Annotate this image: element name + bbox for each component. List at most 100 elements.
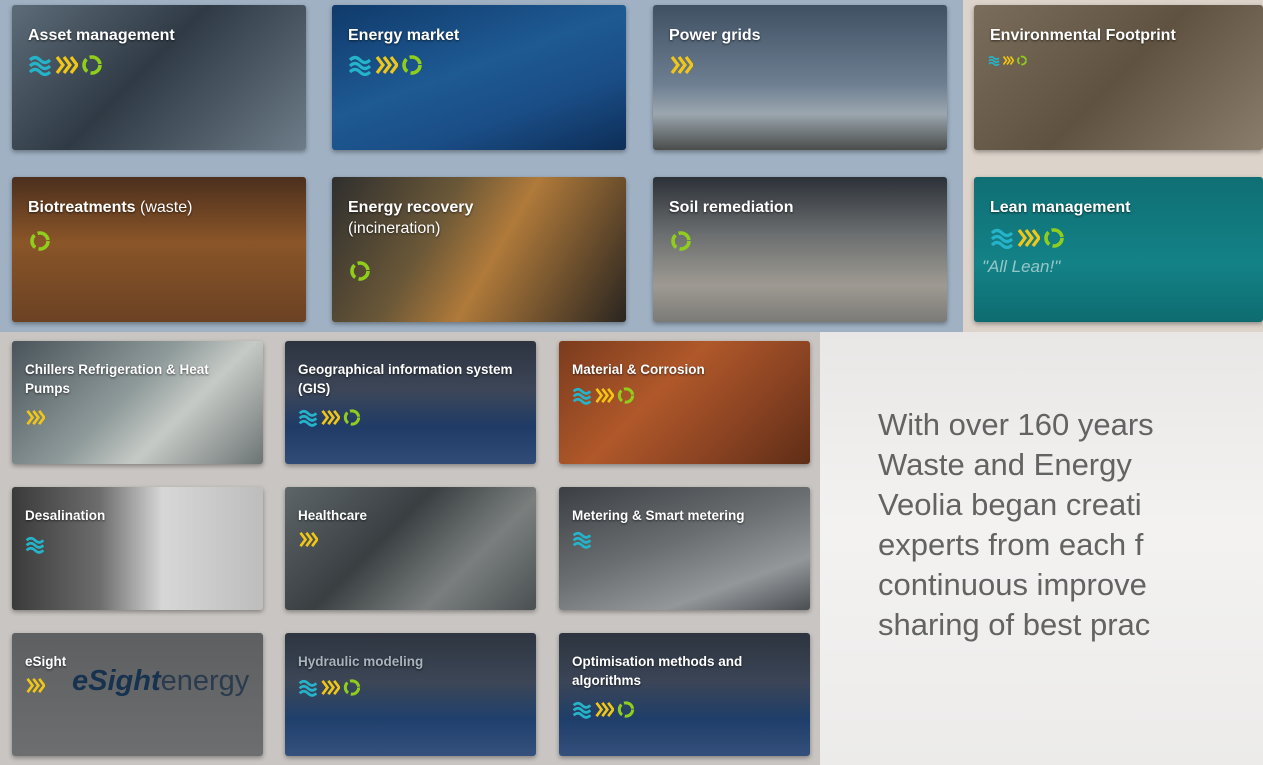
tile-biotreatments[interactable]: Biotreatments (waste): [12, 177, 306, 322]
service-icons: [348, 54, 424, 76]
water-icon: [572, 531, 592, 549]
tile-title: Geographical information system (GIS): [298, 360, 526, 398]
service-icons: [348, 260, 372, 282]
intro-text: With over 160 years Waste and Energy Veo…: [878, 405, 1263, 645]
waste-icon: [55, 56, 78, 74]
tile-title-text: Metering & Smart metering: [572, 508, 745, 523]
tile-title: Environmental Footprint: [990, 25, 1253, 46]
tile-energy-recovery[interactable]: Energy recovery (incineration): [332, 177, 626, 322]
waste-icon: [375, 56, 398, 74]
service-icons: [572, 700, 636, 719]
energy-icon: [1017, 55, 1027, 66]
waste-icon: [26, 410, 45, 425]
tile-title: Material & Corrosion: [572, 360, 800, 379]
tile-hydraulic-modeling[interactable]: Hydraulic modeling: [285, 633, 536, 756]
tile-metering-smart-metering[interactable]: Metering & Smart metering: [559, 487, 810, 610]
tile-title: Soil remediation: [669, 197, 937, 218]
tile-esight[interactable]: eSight eSightenergy: [12, 633, 263, 756]
tile-title: Chillers Refrigeration & Heat Pumps: [25, 360, 253, 398]
service-icons: [988, 55, 1028, 66]
tile-title-text: Optimisation methods and algorithms: [572, 654, 743, 688]
tile-power-grids[interactable]: Power grids: [653, 5, 947, 150]
energy-icon: [671, 231, 691, 251]
tile-title: Healthcare: [298, 506, 526, 525]
intro-line: Waste and Energy: [878, 447, 1132, 482]
tile-title-text: Asset management: [28, 27, 175, 44]
tile-title-text: Healthcare: [298, 508, 368, 523]
waste-icon: [1002, 56, 1014, 65]
tile-asset-management[interactable]: Asset management: [12, 5, 306, 150]
water-icon: [990, 228, 1014, 249]
energy-icon: [30, 231, 50, 251]
waste-icon: [595, 388, 614, 403]
tile-soil-remediation[interactable]: Soil remediation: [653, 177, 947, 322]
service-icons: [25, 408, 45, 427]
tile-title: Lean management: [990, 197, 1253, 218]
tile-title: Asset management: [28, 25, 296, 46]
water-icon: [298, 409, 318, 427]
water-icon: [572, 701, 592, 719]
energy-icon: [350, 261, 370, 281]
tile-optimisation-methods-and-algorithms[interactable]: Optimisation methods and algorithms: [559, 633, 810, 756]
tile-title: Energy market: [348, 25, 616, 46]
tile-title: Biotreatments (waste): [28, 197, 296, 218]
water-icon: [348, 55, 372, 76]
tile-title: Optimisation methods and algorithms: [572, 652, 800, 690]
tile-tagline: "All Lean!": [982, 257, 1061, 276]
waste-icon: [1017, 229, 1040, 247]
service-icons: [28, 230, 52, 252]
water-icon: [28, 55, 52, 76]
service-icons: [990, 227, 1066, 249]
tile-title: Metering & Smart metering: [572, 506, 800, 525]
tile-title: Hydraulic modeling: [298, 652, 526, 671]
tile-material-corrosion[interactable]: Material & Corrosion: [559, 341, 810, 464]
service-icons: [25, 535, 45, 554]
tile-chillers-refrigeration-heat-pumps[interactable]: Chillers Refrigeration & Heat Pumps: [12, 341, 263, 464]
energy-icon: [617, 387, 635, 404]
tile-title-text: Environmental Footprint: [990, 27, 1176, 44]
waste-icon: [26, 678, 45, 693]
tile-desalination[interactable]: Desalination: [12, 487, 263, 610]
energy-icon: [617, 701, 635, 718]
energy-icon: [343, 679, 361, 696]
intro-line: experts from each f: [878, 527, 1144, 562]
waste-icon: [299, 532, 318, 547]
tile-title-text: Energy recovery: [348, 199, 474, 216]
energy-icon: [82, 55, 102, 75]
tile-energy-market[interactable]: Energy market: [332, 5, 626, 150]
tile-title: Power grids: [669, 25, 937, 46]
tile-environmental-footprint[interactable]: Environmental Footprint: [974, 5, 1263, 150]
tile-title-text: Geographical information system (GIS): [298, 362, 513, 396]
tile-geographical-information-system-gis[interactable]: Geographical information system (GIS): [285, 341, 536, 464]
energy-icon: [343, 409, 361, 426]
waste-icon: [595, 702, 614, 717]
tile-title-text: Power grids: [669, 27, 761, 44]
tile-subtitle: (incineration): [348, 220, 441, 237]
water-icon: [572, 387, 592, 405]
esight-energy-logo: eSightenergy: [72, 665, 249, 698]
intro-line: With over 160 years: [878, 407, 1154, 442]
tile-title-text: Soil remediation: [669, 199, 794, 216]
intro-line: sharing of best prac: [878, 607, 1151, 642]
tile-lean-management[interactable]: Lean management "All Lean!": [974, 177, 1263, 322]
service-icons: [28, 54, 104, 76]
intro-line: continuous improve: [878, 567, 1147, 602]
water-icon: [25, 536, 45, 554]
service-icons: [298, 678, 362, 697]
waste-icon: [321, 680, 340, 695]
service-icons: [669, 54, 693, 76]
tile-title-text: Hydraulic modeling: [298, 654, 424, 669]
waste-icon: [670, 56, 693, 74]
tile-title-text: Energy market: [348, 27, 460, 44]
energy-icon: [1044, 228, 1064, 248]
water-icon: [298, 679, 318, 697]
water-icon: [988, 55, 1000, 66]
logo-rest: energy: [160, 665, 250, 697]
logo-bold: eSight: [72, 665, 161, 697]
tile-healthcare[interactable]: Healthcare: [285, 487, 536, 610]
tile-title: Energy recovery (incineration): [348, 197, 616, 239]
service-icons: [298, 408, 362, 427]
energy-icon: [402, 55, 422, 75]
tile-title-text: Lean management: [990, 199, 1131, 216]
tile-title: Desalination: [25, 506, 253, 525]
